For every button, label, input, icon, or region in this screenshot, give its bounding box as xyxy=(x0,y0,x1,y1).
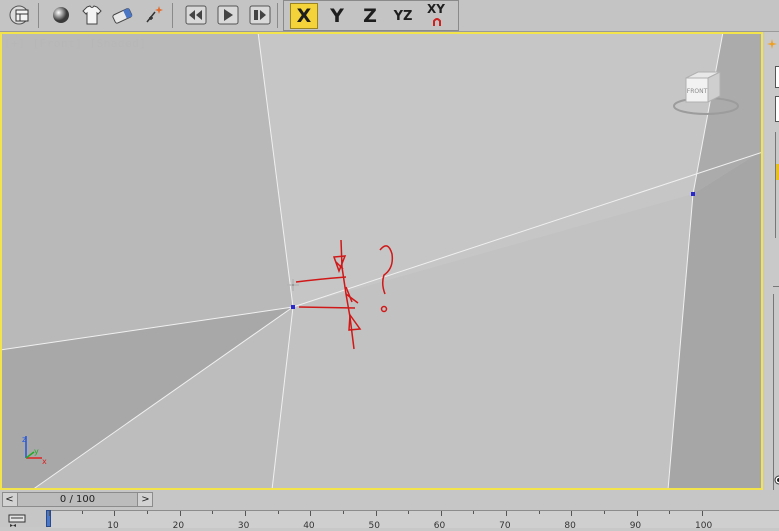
timeline-tick xyxy=(571,511,573,516)
timeline-tick xyxy=(669,511,671,514)
sphere-icon[interactable] xyxy=(47,2,74,28)
step-icon[interactable] xyxy=(246,2,273,28)
timeline-tick xyxy=(604,511,605,514)
radio-button[interactable] xyxy=(772,470,779,485)
viewport-label[interactable]: [+] [Front] [Shaded] xyxy=(4,37,146,50)
vertex-right xyxy=(691,192,695,196)
timeline-tick xyxy=(212,511,214,514)
timeline-tick-label: 40 xyxy=(303,521,315,531)
panel-field-1[interactable] xyxy=(775,66,779,88)
front-viewport[interactable]: FRONT z y x xyxy=(0,32,763,490)
timeline-tick xyxy=(277,511,279,514)
play-forward-icon[interactable] xyxy=(214,2,241,28)
time-prev-button[interactable]: < xyxy=(3,493,16,506)
timeline-tick xyxy=(408,511,410,514)
main-toolbar: X Y Z YZ XY xyxy=(0,0,779,32)
timeline-tick-label: 60 xyxy=(433,521,446,531)
timeline-tick-label: 100 xyxy=(695,521,713,531)
viewport-layout-icon[interactable] xyxy=(6,2,33,28)
panel-rollout xyxy=(775,132,779,238)
timeline-tick-label: 90 xyxy=(629,521,642,531)
create-tab-icon[interactable] xyxy=(765,37,779,54)
timeline-tick xyxy=(81,511,83,514)
frame-display[interactable]: 0 / 100 xyxy=(17,493,138,506)
timeline-tick xyxy=(179,511,181,516)
timeline-tick xyxy=(146,511,148,514)
axis-z-button[interactable]: Z xyxy=(356,3,384,29)
axis-z-label: z xyxy=(22,435,26,444)
timeline-tick-label: 70 xyxy=(499,521,511,531)
time-slider[interactable]: < 0 / 100 > xyxy=(2,492,153,507)
panel-field-2[interactable] xyxy=(775,96,779,122)
timeline-tick xyxy=(473,511,475,514)
timeline-tick-label: 20 xyxy=(172,521,185,531)
viewcube-face-label: FRONT xyxy=(687,88,708,95)
axis-x-label: x xyxy=(42,457,47,466)
time-next-button[interactable]: > xyxy=(139,493,152,506)
timeline-tick xyxy=(636,511,638,516)
timeline-tick xyxy=(375,511,377,516)
timeline-tick xyxy=(538,511,540,514)
timeline-tick xyxy=(440,511,442,516)
axis-y-button[interactable]: Y xyxy=(323,3,351,29)
svg-text:▸◂: ▸◂ xyxy=(10,522,16,527)
timeline-tick-label: 80 xyxy=(564,521,576,531)
timeline-tick-label: 50 xyxy=(368,521,380,531)
timeline-tick-label: 30 xyxy=(237,521,250,531)
mini-curve-editor-icon[interactable]: ▸◂ xyxy=(8,512,26,529)
shirt-icon[interactable] xyxy=(78,2,105,28)
axis-y-label: y xyxy=(34,447,39,456)
panel-divider xyxy=(773,286,779,291)
panel-rollout-2 xyxy=(773,294,779,494)
eraser-icon[interactable] xyxy=(109,2,136,28)
magnet-icon xyxy=(433,18,441,26)
axis-xy-button[interactable]: XY xyxy=(420,3,452,29)
timeline-tick xyxy=(114,511,116,516)
timeline-tick xyxy=(342,511,344,514)
rewind-icon[interactable] xyxy=(182,2,209,28)
timeline-tick xyxy=(310,511,312,516)
viewport-canvas: FRONT z y x xyxy=(0,32,763,490)
mesh-face-upper-left xyxy=(0,32,293,350)
axis-constraints: X Y Z YZ XY xyxy=(283,0,459,31)
timeline-tick xyxy=(702,511,703,516)
vertex-left xyxy=(291,305,295,309)
timeline-tick xyxy=(244,511,246,516)
axis-yz-button[interactable]: YZ xyxy=(388,3,418,29)
axis-xy-label: XY xyxy=(427,2,445,16)
timeline-tick-label: 10 xyxy=(107,521,119,531)
timeline-tick xyxy=(49,511,50,516)
timeline-tick xyxy=(506,511,508,516)
command-panel xyxy=(765,32,779,527)
axis-x-button[interactable]: X xyxy=(290,3,318,29)
sparkle-icon[interactable] xyxy=(141,2,168,28)
